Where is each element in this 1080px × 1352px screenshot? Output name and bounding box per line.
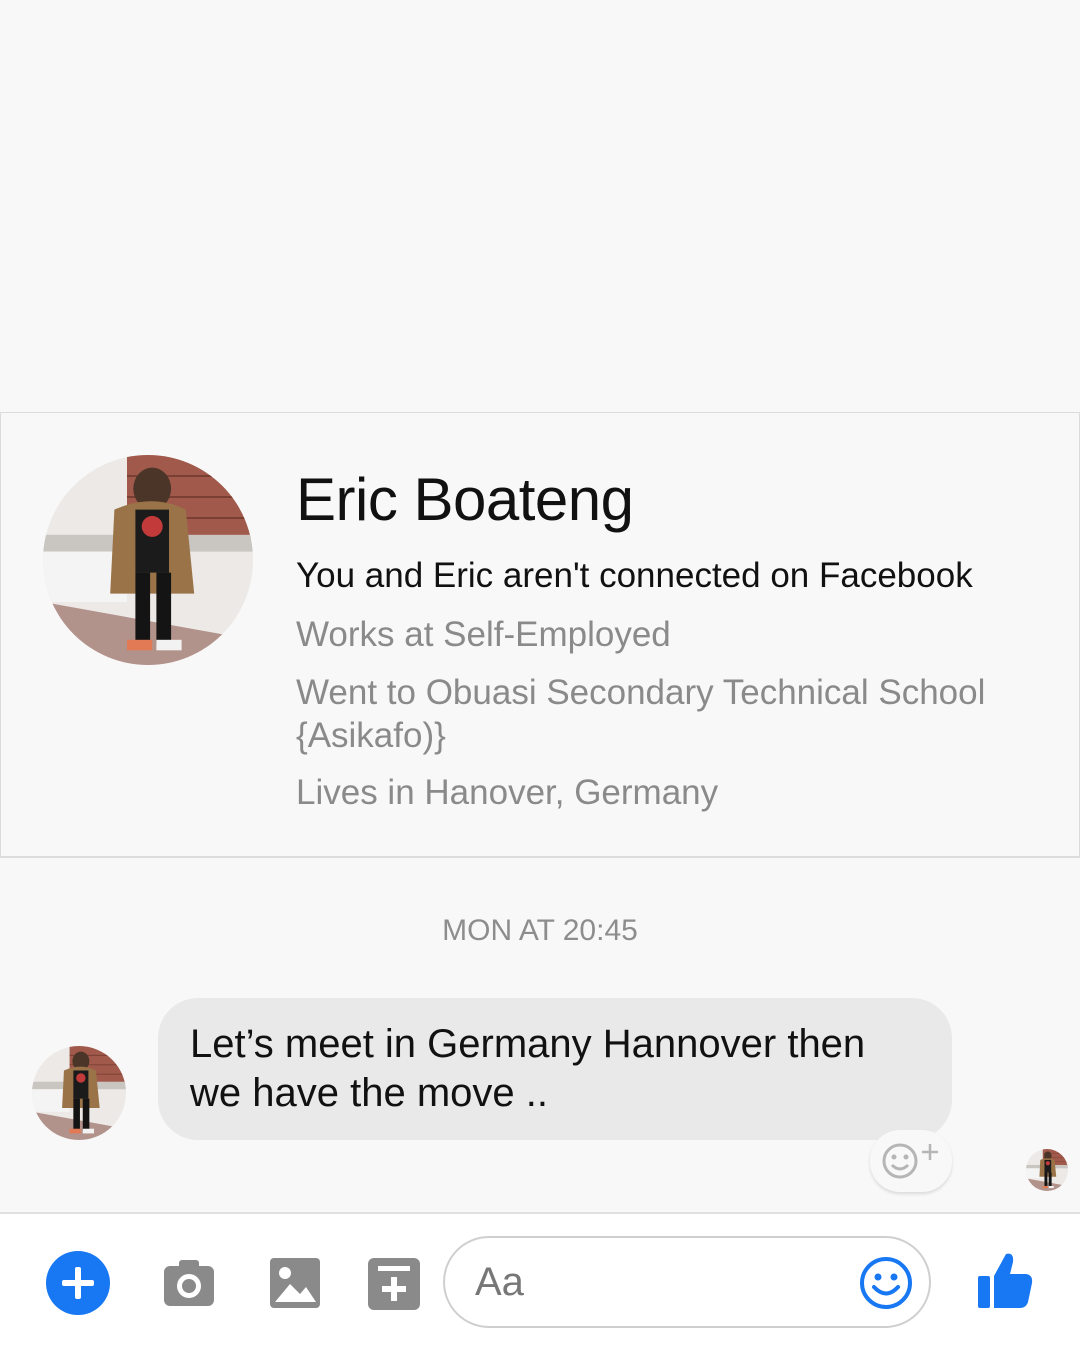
gallery-button[interactable] xyxy=(270,1258,320,1308)
like-button[interactable] xyxy=(976,1250,1034,1310)
sender-avatar[interactable] xyxy=(32,1046,126,1140)
more-actions-icon xyxy=(368,1258,420,1310)
more-actions-button[interactable] xyxy=(368,1258,420,1310)
add-reaction-icon xyxy=(882,1143,938,1179)
plus-button[interactable] xyxy=(46,1251,110,1315)
camera-icon xyxy=(164,1260,214,1306)
connection-status: You and Eric aren't connected on Faceboo… xyxy=(296,556,973,595)
sender-photo-icon xyxy=(32,1046,126,1140)
profile-card: Eric Boateng You and Eric aren't connect… xyxy=(0,412,1080,858)
message-input[interactable]: Aa xyxy=(443,1236,931,1328)
seen-receipt-avatar xyxy=(1026,1149,1068,1191)
message-timestamp: MON AT 20:45 xyxy=(442,914,638,947)
add-reaction-button[interactable] xyxy=(870,1130,952,1192)
message-composer: Aa xyxy=(0,1212,1080,1352)
profile-location: Lives in Hanover, Germany xyxy=(296,773,719,812)
emoji-icon xyxy=(860,1257,912,1309)
profile-education: Went to Obuasi Secondary Technical Schoo… xyxy=(296,673,986,755)
profile-photo-icon xyxy=(43,455,253,665)
seen-receipt-icon xyxy=(1026,1149,1068,1191)
profile-avatar[interactable] xyxy=(43,455,253,665)
camera-button[interactable] xyxy=(162,1256,216,1310)
profile-name: Eric Boateng xyxy=(296,466,634,533)
profile-work: Works at Self-Employed xyxy=(296,615,671,654)
message-input-placeholder: Aa xyxy=(475,1260,524,1304)
plus-icon xyxy=(46,1251,110,1315)
like-icon xyxy=(978,1253,1033,1308)
gallery-icon xyxy=(270,1258,320,1308)
emoji-button[interactable] xyxy=(859,1256,913,1310)
message-bubble[interactable]: Let’s meet in Germany Hannover then we h… xyxy=(158,998,952,1140)
